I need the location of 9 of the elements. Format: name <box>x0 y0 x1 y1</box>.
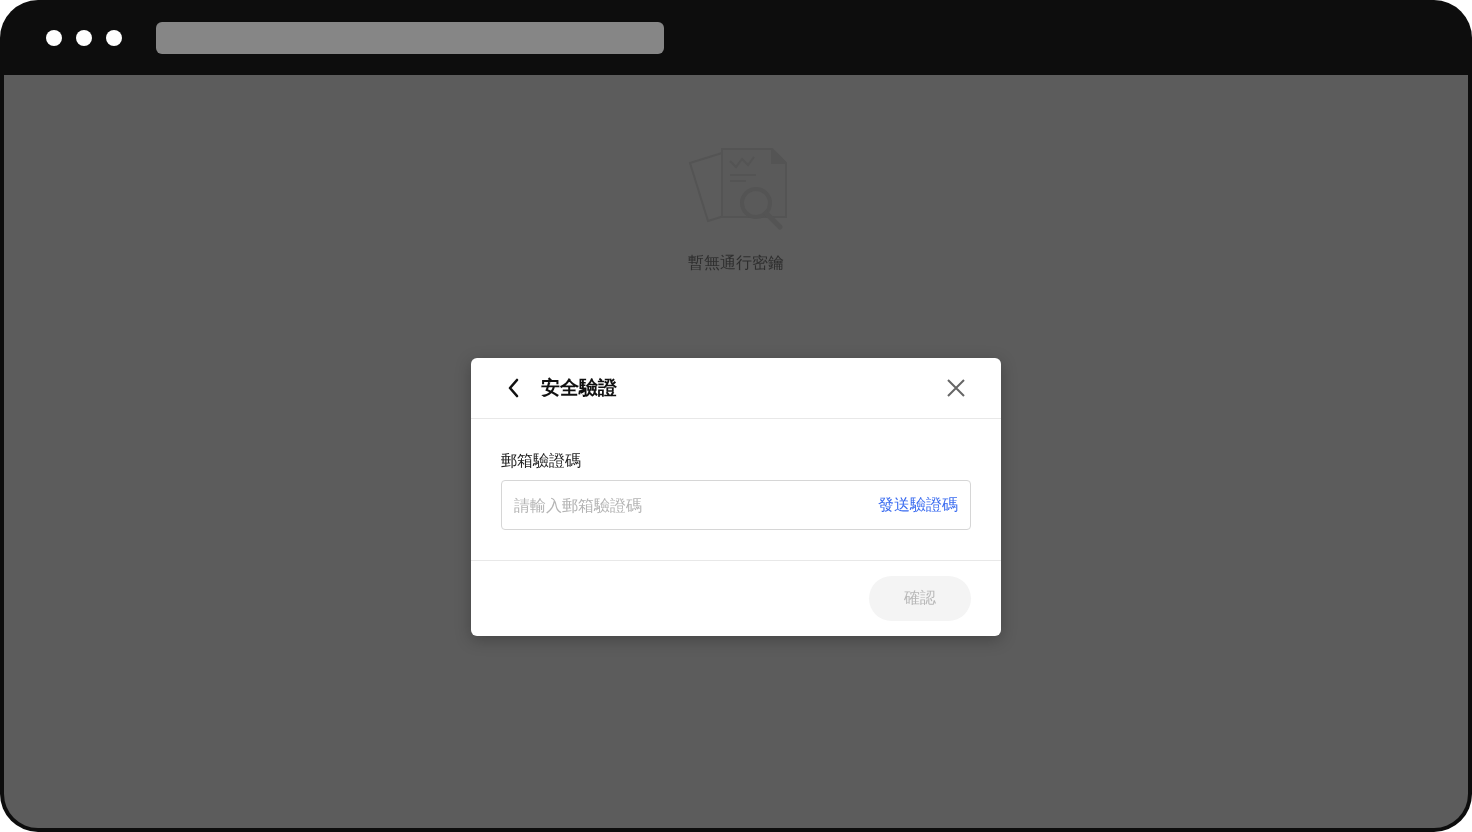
window-dot <box>46 29 62 46</box>
verification-code-field[interactable]: 請輸入郵箱驗證碼 發送驗證碼 <box>501 480 971 530</box>
field-label: 郵箱驗證碼 <box>501 451 582 472</box>
send-code-link[interactable]: 發送驗證碼 <box>878 494 958 516</box>
close-button[interactable] <box>945 377 967 399</box>
address-bar[interactable] <box>156 21 664 54</box>
window-dot <box>76 29 92 46</box>
dialog-title: 安全驗證 <box>541 375 617 400</box>
window-dot <box>106 29 122 46</box>
